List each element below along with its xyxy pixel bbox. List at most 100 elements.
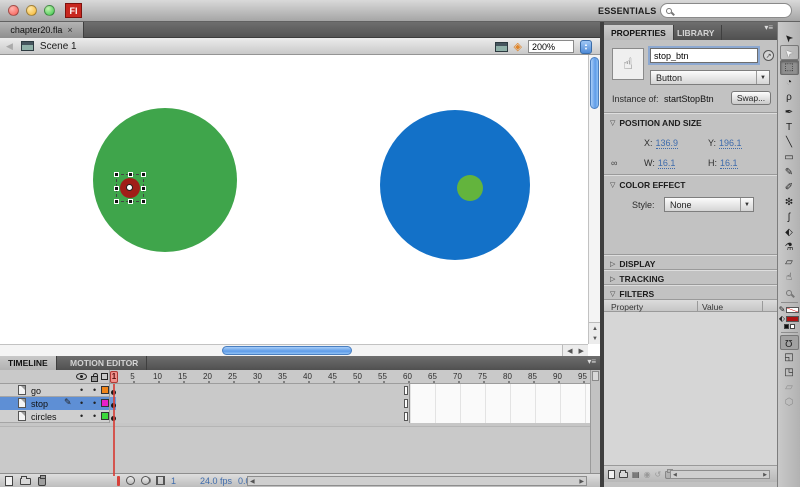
edit-multiple-frames-icon[interactable] xyxy=(156,476,165,485)
stroke-color-swatch[interactable] xyxy=(786,307,799,313)
layer-name[interactable]: circles xyxy=(31,412,57,422)
y-value[interactable]: 196.1 xyxy=(719,138,742,149)
layer-lock-dot[interactable]: • xyxy=(93,411,96,421)
stage-canvas[interactable] xyxy=(0,55,588,344)
link-dimensions-icon[interactable]: ∞ xyxy=(611,158,617,168)
layer-name[interactable]: stop xyxy=(31,399,48,409)
tab-timeline[interactable]: TIMELINE xyxy=(0,356,57,370)
style-dropdown[interactable]: None ▼ xyxy=(664,197,754,212)
lasso-tool-icon[interactable]: ρ xyxy=(780,90,799,105)
frame-rate-value[interactable]: 24.0 fps xyxy=(200,476,232,486)
filters-scrollbar[interactable]: ◀▶ xyxy=(670,470,770,479)
frame-ruler[interactable]: 5101520253035404550556065707580859095 xyxy=(110,370,590,384)
transform-handle[interactable] xyxy=(128,172,133,177)
transform-handle[interactable] xyxy=(114,172,119,177)
timeline-vertical-scrollbar[interactable] xyxy=(590,370,600,473)
search-input[interactable] xyxy=(675,5,775,16)
layer-lock-dot[interactable]: • xyxy=(93,398,96,408)
fill-color-swatch[interactable] xyxy=(786,316,799,322)
edit-scene-icon[interactable] xyxy=(495,42,508,52)
swap-button[interactable]: Swap... xyxy=(731,91,771,105)
new-folder-button[interactable] xyxy=(20,478,31,485)
layer-visibility-dot[interactable]: • xyxy=(80,385,83,395)
vertical-scroll-thumb[interactable] xyxy=(590,57,599,109)
timeline-layer-stop[interactable]: stop✎•• xyxy=(0,397,600,410)
pencil-tool-icon[interactable]: ✎ xyxy=(780,165,799,180)
w-value[interactable]: 16.1 xyxy=(658,158,676,169)
paint-bucket-tool-icon[interactable]: ⬖ xyxy=(780,225,799,240)
horizontal-scroll-thumb[interactable] xyxy=(222,346,352,355)
small-green-dot-shape[interactable] xyxy=(457,175,483,201)
tab-motion-editor[interactable]: MOTION EDITOR xyxy=(62,356,147,370)
layer-visibility-dot[interactable]: • xyxy=(80,411,83,421)
deco-tool-icon[interactable]: ❇ xyxy=(780,195,799,210)
section-display[interactable]: ▷ DISPLAY xyxy=(610,259,770,269)
rotate-skew-icon[interactable]: ◱ xyxy=(780,350,799,365)
add-filter-button[interactable] xyxy=(608,470,615,479)
zoom-stepper[interactable]: ▲▼ xyxy=(580,40,592,54)
text-tool-icon[interactable]: T xyxy=(780,120,799,135)
panel-menu-icon[interactable]: ▾≡ xyxy=(587,357,596,366)
transform-handle[interactable] xyxy=(128,199,133,204)
line-tool-icon[interactable]: ╲ xyxy=(780,135,799,150)
section-filters[interactable]: ▽ FILTERS xyxy=(610,289,770,299)
layer-frames[interactable] xyxy=(110,384,590,397)
eyedropper-tool-icon[interactable]: ⚗ xyxy=(780,240,799,255)
stage-vertical-scrollbar[interactable]: ▲▼ xyxy=(588,55,600,344)
transform-handle[interactable] xyxy=(114,186,119,191)
tab-library[interactable]: LIBRARY xyxy=(670,25,722,40)
transform-handle[interactable] xyxy=(141,199,146,204)
show-hide-layers-icon[interactable] xyxy=(76,373,87,380)
blue-circle-shape[interactable] xyxy=(380,110,530,260)
onion-skin-outlines-icon[interactable] xyxy=(141,476,150,485)
free-transform-tool-icon[interactable]: ⬚ xyxy=(780,60,799,75)
new-layer-button[interactable] xyxy=(5,476,13,486)
layer-outline-swatch[interactable] xyxy=(101,412,109,420)
distort-icon[interactable]: ▱ xyxy=(780,380,799,395)
clipboard-icon[interactable]: ▤ xyxy=(632,470,640,479)
search-box[interactable] xyxy=(660,3,792,18)
3d-rotation-tool-icon[interactable]: ◔ xyxy=(780,75,799,90)
layer-outline-swatch[interactable] xyxy=(101,386,109,394)
transform-center-point[interactable] xyxy=(126,184,133,191)
stage-horizontal-scrollbar[interactable]: ◀▶ xyxy=(0,344,588,356)
current-frame-value[interactable]: 1 xyxy=(171,476,176,486)
symbol-type-dropdown[interactable]: Button ▼ xyxy=(650,70,770,85)
timeline-horizontal-scrollbar[interactable]: ◀▶ xyxy=(247,476,587,486)
filter-presets-button[interactable] xyxy=(619,472,628,478)
hand-tool-icon[interactable]: ☝ xyxy=(780,270,799,285)
edit-symbols-icon[interactable]: ◈ xyxy=(514,40,522,53)
envelope-icon[interactable]: ⬡ xyxy=(780,395,799,410)
scale-icon[interactable]: ◳ xyxy=(780,365,799,380)
enable-filter-icon[interactable]: ◉ xyxy=(644,470,651,479)
onion-skin-icon[interactable] xyxy=(126,476,135,485)
close-document-icon[interactable]: × xyxy=(67,25,72,35)
transform-handle[interactable] xyxy=(114,199,119,204)
black-white-swatch-button[interactable] xyxy=(784,324,789,329)
center-frame-icon[interactable] xyxy=(117,476,120,486)
transform-handle[interactable] xyxy=(141,186,146,191)
layer-visibility-dot[interactable]: • xyxy=(80,398,83,408)
panel-menu-icon[interactable]: ▾≡ xyxy=(764,23,773,32)
filters-list[interactable] xyxy=(604,312,777,466)
green-circle-shape[interactable] xyxy=(93,108,237,252)
timeline-layer-circles[interactable]: circles • • xyxy=(0,410,600,423)
swap-colors-button[interactable] xyxy=(790,324,795,329)
section-color-effect[interactable]: ▽ COLOR EFFECT xyxy=(610,180,770,190)
layer-frames[interactable] xyxy=(110,397,590,410)
circular-arrow-icon[interactable]: ↗ xyxy=(763,50,774,61)
pen-tool-icon[interactable]: ✒ xyxy=(780,105,799,120)
playhead[interactable]: 1 xyxy=(110,371,118,383)
document-tab[interactable]: chapter20.fla × xyxy=(0,22,84,38)
lock-layers-icon[interactable] xyxy=(91,376,98,382)
zoom-window-button[interactable] xyxy=(44,5,55,16)
selection-tool-icon[interactable]: ➤ xyxy=(780,30,799,45)
zoom-tool-icon[interactable] xyxy=(780,285,799,300)
bone-tool-icon[interactable]: ʃ xyxy=(780,210,799,225)
brush-tool-icon[interactable]: ✐ xyxy=(780,180,799,195)
section-position-and-size[interactable]: ▽ POSITION AND SIZE xyxy=(610,118,770,128)
tab-properties[interactable]: PROPERTIES xyxy=(604,25,674,40)
layer-lock-dot[interactable]: • xyxy=(93,385,96,395)
outline-layers-icon[interactable] xyxy=(101,373,108,380)
rectangle-tool-icon[interactable]: ▭ xyxy=(780,150,799,165)
